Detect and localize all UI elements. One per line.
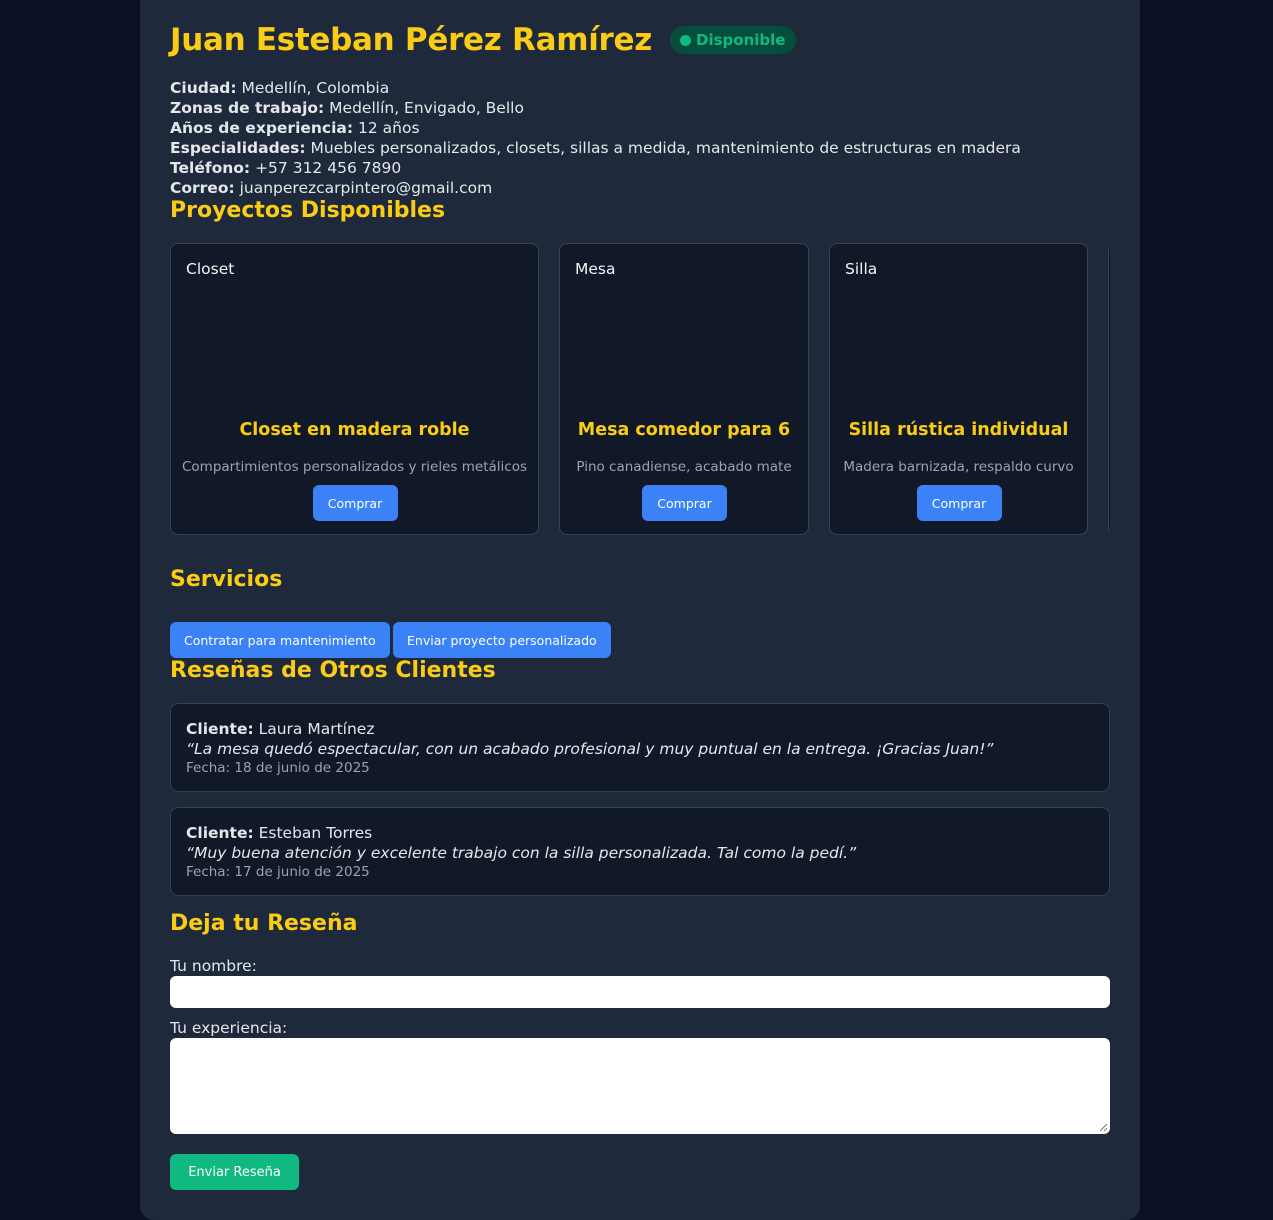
buy-button[interactable]: Comprar <box>916 485 1002 521</box>
review-client-name: Laura Martínez <box>253 720 375 738</box>
info-correo: Correo: juanperezcarpintero@gmail.com <box>170 178 1021 198</box>
projects-title: Proyectos Disponibles <box>170 198 446 223</box>
project-card-silla: Silla Silla rústica individual Madera ba… <box>829 243 1088 535</box>
info-correo-label: Correo: <box>170 179 235 197</box>
info-ciudad-label: Ciudad: <box>170 79 237 97</box>
info-telefono-value: +57 312 456 7890 <box>250 159 402 177</box>
info-zonas: Zonas de trabajo: Medellín, Envigado, Be… <box>170 98 1021 118</box>
status-badge: Disponible <box>670 26 797 54</box>
project-desc: Pino canadiense, acabado mate <box>576 459 792 475</box>
profile-name: Juan Esteban Pérez Ramírez <box>170 22 652 58</box>
project-card-mesa: Mesa Mesa comedor para 6 Pino canadiense… <box>559 243 809 535</box>
projects-carousel[interactable]: Closet Closet en madera roble Compartimi… <box>170 243 1110 538</box>
info-experiencia: Años de experiencia: 12 años <box>170 118 1021 138</box>
review-client-label: Cliente: <box>186 720 254 738</box>
info-correo-value: juanperezcarpintero@gmail.com <box>234 179 493 197</box>
info-experiencia-value: 12 años <box>353 119 420 137</box>
info-zonas-value: Medellín, Envigado, Bello <box>324 99 524 117</box>
project-title: Mesa comedor para 6 <box>577 420 791 440</box>
info-telefono: Teléfono: +57 312 456 7890 <box>170 158 1021 178</box>
resize-handle-icon[interactable] <box>1099 1123 1108 1132</box>
profile-info: Ciudad: Medellín, Colombia Zonas de trab… <box>170 78 1021 198</box>
send-custom-project-button[interactable]: Enviar proyecto personalizado <box>393 622 611 658</box>
project-title: Closet en madera roble <box>239 420 470 440</box>
profile-panel: Juan Esteban Pérez Ramírez Disponible Ci… <box>140 0 1140 1220</box>
review-client-label: Cliente: <box>186 824 254 842</box>
info-especialidades-value: Muebles personalizados, closets, sillas … <box>305 139 1021 157</box>
status-text: Disponible <box>696 31 786 49</box>
review-card: Cliente: Laura Martínez “La mesa quedó e… <box>170 703 1110 792</box>
project-card-partial <box>1108 243 1110 535</box>
review-client: Cliente: Laura Martínez <box>186 719 1094 739</box>
review-date: Fecha: 18 de junio de 2025 <box>186 760 370 776</box>
services-title: Servicios <box>170 567 283 592</box>
review-client: Cliente: Esteban Torres <box>186 823 1094 843</box>
experience-label: Tu experiencia: <box>170 1019 288 1037</box>
name-label: Tu nombre: <box>170 957 257 975</box>
experience-field-wrapper <box>170 1038 1110 1134</box>
info-ciudad: Ciudad: Medellín, Colombia <box>170 78 1021 98</box>
project-image-closet: Closet <box>186 260 235 278</box>
info-especialidades: Especialidades: Muebles personalizados, … <box>170 138 1021 158</box>
buy-button[interactable]: Comprar <box>312 485 398 521</box>
hire-maintenance-button[interactable]: Contratar para mantenimiento <box>170 622 390 658</box>
info-telefono-label: Teléfono: <box>170 159 251 177</box>
experience-textarea[interactable] <box>170 1038 1110 1134</box>
buy-button[interactable]: Comprar <box>642 485 727 521</box>
project-title: Silla rústica individual <box>848 420 1069 440</box>
project-image-mesa: Mesa <box>575 260 616 278</box>
review-client-name: Esteban Torres <box>253 824 373 842</box>
review-quote: “La mesa quedó espectacular, con un acab… <box>186 740 994 758</box>
submit-review-button[interactable]: Enviar Reseña <box>170 1154 299 1190</box>
profile-header: Juan Esteban Pérez Ramírez Disponible <box>170 22 797 58</box>
review-quote: “Muy buena atención y excelente trabajo … <box>186 844 857 862</box>
project-desc: Compartimientos personalizados y rieles … <box>182 459 527 475</box>
project-card-closet: Closet Closet en madera roble Compartimi… <box>170 243 539 535</box>
leave-review-title: Deja tu Reseña <box>170 911 358 936</box>
review-date: Fecha: 17 de junio de 2025 <box>186 864 370 880</box>
project-image-silla: Silla <box>845 260 878 278</box>
project-desc: Madera barnizada, respaldo curvo <box>843 459 1074 475</box>
reviews-title: Reseñas de Otros Clientes <box>170 658 496 683</box>
info-especialidades-label: Especialidades: <box>170 139 306 157</box>
review-card: Cliente: Esteban Torres “Muy buena atenc… <box>170 807 1110 896</box>
status-dot-icon <box>680 34 691 46</box>
info-ciudad-value: Medellín, Colombia <box>236 79 390 97</box>
info-experiencia-label: Años de experiencia: <box>170 119 354 137</box>
info-zonas-label: Zonas de trabajo: <box>170 99 325 117</box>
name-input[interactable] <box>170 976 1110 1008</box>
